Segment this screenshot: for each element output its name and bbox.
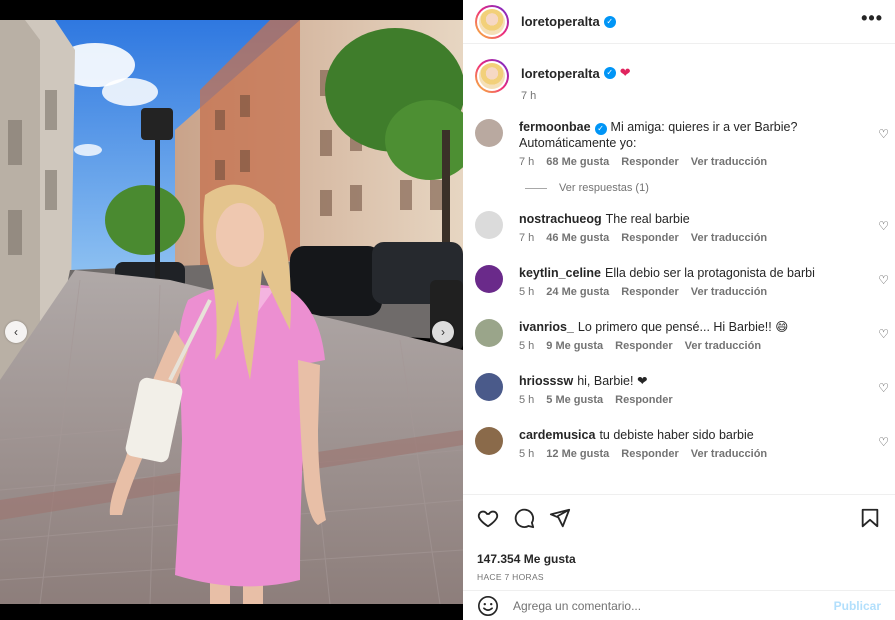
- comment-item: nostrachueog The real barbie 7 h 46 Me gu…: [463, 211, 895, 244]
- comment-text: hi, Barbie! ❤: [577, 374, 648, 388]
- comment-time: 5 h: [519, 340, 535, 352]
- letterbox-bottom: [0, 604, 463, 620]
- verified-badge-icon: ✓: [603, 67, 616, 79]
- face: [216, 203, 264, 267]
- comment-item: keytlin_celine Ella debio ser la protagon…: [463, 265, 895, 298]
- post-caption: loretoperalta ✓ ❤ 7 h: [463, 45, 895, 111]
- replies-divider: [525, 187, 547, 189]
- add-comment-bar: Publicar: [463, 590, 895, 620]
- comment-text: Lo primero que pensé... Hi Barbie!! 😄: [577, 320, 789, 334]
- comment-item: cardemusica tu debiste haber sido barbie …: [463, 427, 895, 460]
- comment-time: 5 h: [519, 448, 535, 460]
- post-side-panel: loretoperalta ✓ ••• loretoperalta ✓ ❤ 7 …: [463, 0, 895, 620]
- post-photo: ‹ ›: [0, 20, 463, 604]
- heart-icon[interactable]: ♡: [878, 219, 889, 233]
- emoji-icon[interactable]: [477, 595, 499, 617]
- heart-icon[interactable]: ♡: [878, 127, 889, 141]
- translate-button[interactable]: Ver traducción: [685, 340, 761, 352]
- comment-username[interactable]: fermoonbae: [519, 120, 591, 134]
- lamp-head: [141, 108, 173, 140]
- translate-button[interactable]: Ver traducción: [691, 286, 767, 298]
- publish-button[interactable]: Publicar: [834, 599, 881, 613]
- comment-avatar[interactable]: [475, 211, 503, 239]
- likes-count[interactable]: 147.354 Me gusta: [477, 552, 881, 566]
- reply-button[interactable]: Responder: [621, 448, 678, 460]
- comment-avatar[interactable]: [475, 319, 503, 347]
- post-image: [0, 20, 463, 604]
- comment-username[interactable]: ivanrios_: [519, 320, 574, 334]
- comment-username[interactable]: nostrachueog: [519, 212, 602, 226]
- comment-avatar[interactable]: [475, 427, 503, 455]
- comment-likes[interactable]: 9 Me gusta: [546, 340, 603, 352]
- letterbox-top: [0, 0, 463, 20]
- comment-time: 7 h: [519, 156, 535, 168]
- comment-text: Ella debio ser la protagonista de barbi: [605, 266, 815, 280]
- comment-likes[interactable]: 5 Me gusta: [546, 394, 603, 406]
- comment-item: fermoonbae ✓ Mi amiga: quieres ir a ver Ba…: [463, 119, 895, 168]
- comment-likes[interactable]: 12 Me gusta: [546, 448, 609, 460]
- view-replies-label: Ver respuestas (1): [559, 182, 649, 194]
- comment-likes[interactable]: 68 Me gusta: [546, 156, 609, 168]
- view-replies-button[interactable]: Ver respuestas (1): [525, 182, 895, 194]
- verified-badge-icon: ✓: [594, 123, 607, 135]
- author-username: loretoperalta: [521, 14, 600, 29]
- cloud: [102, 78, 158, 106]
- comment-avatar[interactable]: [475, 373, 503, 401]
- carousel-prev-button[interactable]: ‹: [5, 321, 27, 343]
- comment-text: The real barbie: [605, 212, 690, 226]
- bookmark-save-icon[interactable]: [859, 507, 881, 529]
- reply-button[interactable]: Responder: [615, 340, 672, 352]
- comment-avatar[interactable]: [475, 119, 503, 147]
- reply-button[interactable]: Responder: [621, 156, 678, 168]
- comment-username[interactable]: hriosssw: [519, 374, 573, 388]
- comment-username[interactable]: keytlin_celine: [519, 266, 601, 280]
- author-username-link[interactable]: loretoperalta ✓: [521, 14, 616, 29]
- post-header: loretoperalta ✓ •••: [463, 0, 895, 44]
- comment-text: tu debiste haber sido barbie: [599, 428, 754, 442]
- comment-time: 5 h: [519, 286, 535, 298]
- comment-likes[interactable]: 24 Me gusta: [546, 286, 609, 298]
- translate-button[interactable]: Ver traducción: [691, 232, 767, 244]
- comment-bubble-icon[interactable]: [513, 507, 535, 529]
- carousel-next-button[interactable]: ›: [432, 321, 454, 343]
- comment-input[interactable]: [513, 598, 834, 613]
- caption-time: 7 h: [521, 90, 537, 102]
- comment-time: 5 h: [519, 394, 535, 406]
- comment-username[interactable]: cardemusica: [519, 428, 595, 442]
- comment-item: hriosssw hi, Barbie! ❤ 5 h 5 Me gusta Res…: [463, 373, 895, 406]
- translate-button[interactable]: Ver traducción: [691, 156, 767, 168]
- reply-button[interactable]: Responder: [621, 286, 678, 298]
- heart-icon[interactable]: ♡: [878, 273, 889, 287]
- tree: [105, 185, 185, 255]
- chevron-right-icon: ›: [441, 325, 445, 339]
- reply-button[interactable]: Responder: [621, 232, 678, 244]
- comment-time: 7 h: [519, 232, 535, 244]
- reply-button[interactable]: Responder: [615, 394, 672, 406]
- like-heart-icon[interactable]: [477, 507, 499, 529]
- comment-likes[interactable]: 46 Me gusta: [546, 232, 609, 244]
- caption-avatar[interactable]: [475, 59, 509, 93]
- more-options-icon[interactable]: •••: [861, 8, 883, 35]
- heart-icon[interactable]: ♡: [878, 327, 889, 341]
- author-avatar[interactable]: [475, 4, 509, 39]
- cloud: [74, 144, 102, 156]
- caption-heart-emoji: ❤: [619, 65, 631, 80]
- heart-icon[interactable]: ♡: [878, 435, 889, 449]
- comment-avatar[interactable]: [475, 265, 503, 293]
- caption-username[interactable]: loretoperalta: [521, 66, 600, 81]
- verified-badge-icon: ✓: [603, 15, 616, 28]
- share-send-icon[interactable]: [549, 507, 571, 529]
- instagram-post-viewer: ‹ › loretoperalta ✓ ••• loretoperalta ✓ …: [0, 0, 895, 620]
- heart-icon[interactable]: ♡: [878, 381, 889, 395]
- post-actions: 147.354 Me gusta HACE 7 HORAS: [463, 494, 895, 582]
- translate-button[interactable]: Ver traducción: [691, 448, 767, 460]
- comment-item: ivanrios_ Lo primero que pensé... Hi Barb…: [463, 319, 895, 352]
- post-timestamp: HACE 7 HORAS: [477, 572, 544, 582]
- comments-list: loretoperalta ✓ ❤ 7 h fermoonbae ✓ Mi amig…: [463, 45, 895, 493]
- chevron-left-icon: ‹: [14, 325, 18, 339]
